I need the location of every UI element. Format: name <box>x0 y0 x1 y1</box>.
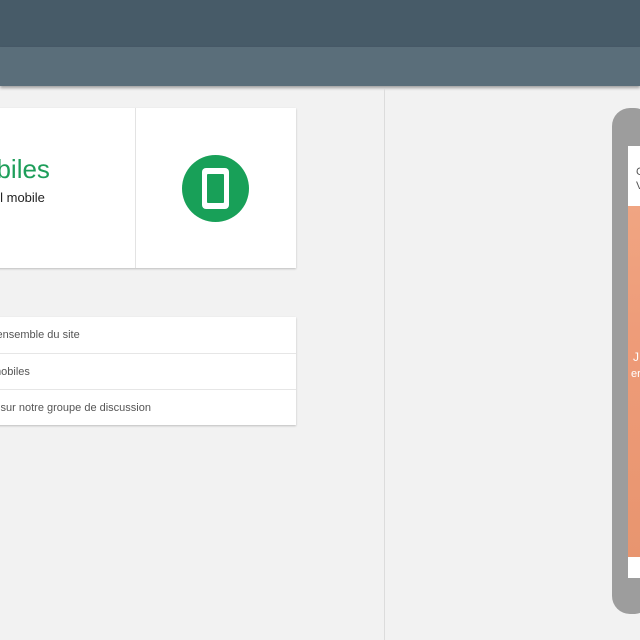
top-app-bar <box>0 0 640 47</box>
link-label[interactable]: l'ensemble du site <box>0 317 80 353</box>
smartphone-icon <box>182 155 249 222</box>
list-item[interactable]: l'ensemble du site <box>0 317 296 353</box>
list-item[interactable]: s sur notre groupe de discussion <box>0 390 296 426</box>
result-subtitle: eil mobile <box>0 190 45 205</box>
links-list: l'ensemble du site mobiles s sur notre g… <box>0 317 296 425</box>
toolbar <box>0 47 640 86</box>
panel-divider <box>384 89 385 640</box>
card-divider <box>135 108 136 268</box>
preview-header-text: V <box>636 180 640 192</box>
preview-hero-image <box>628 206 640 557</box>
preview-header-text: C <box>636 166 640 178</box>
preview-hero-text: J <box>633 350 639 364</box>
list-item[interactable]: mobiles <box>0 354 296 390</box>
link-label[interactable]: s sur notre groupe de discussion <box>0 390 151 426</box>
preview-hero-text: er <box>631 368 640 380</box>
result-title: obiles <box>0 154 50 184</box>
mobile-friendly-result-card: obiles eil mobile <box>0 108 296 268</box>
link-label[interactable]: mobiles <box>0 354 30 390</box>
